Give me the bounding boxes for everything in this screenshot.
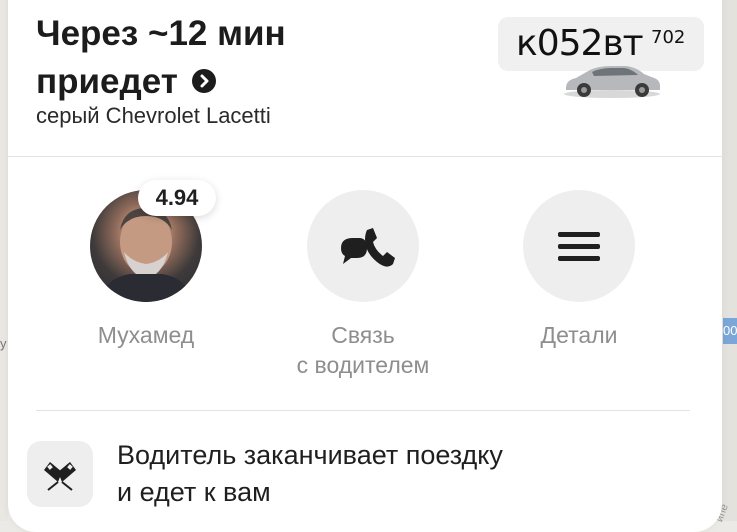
car-model: серый Chevrolet Lacetti — [36, 103, 271, 128]
driver-profile[interactable]: Мухамед — [36, 190, 256, 350]
details-circle[interactable] — [523, 190, 635, 302]
map-edge-label: у — [0, 336, 7, 351]
status-line-1: Водитель заканчивает поездку — [117, 440, 503, 470]
chevron-right-circle-icon[interactable] — [191, 68, 216, 93]
driver-rating-badge: 4.94 — [138, 180, 216, 216]
checkered-flags-icon — [44, 462, 76, 491]
eta-line-2[interactable]: приедет — [36, 58, 456, 106]
details-label: Детали — [540, 322, 618, 348]
eta-title: Через ~12 мин приедет — [36, 10, 456, 106]
eta-line-1: Через ~12 мин — [36, 14, 286, 53]
car-icon — [564, 66, 660, 98]
phone-chat-icon — [341, 228, 395, 267]
status-divider — [36, 410, 690, 411]
ride-status-text: Водитель заканчивает поездку и едет к ва… — [117, 437, 637, 511]
status-line-2: и едет к вам — [117, 477, 271, 507]
contact-label-line-1: Связь — [331, 322, 395, 348]
contact-circle[interactable] — [307, 190, 419, 302]
status-icon-box — [27, 441, 93, 507]
contact-label-line-2: с водителем — [296, 352, 430, 378]
details-button[interactable]: Детали — [469, 190, 689, 350]
map-road-label: 00 — [723, 318, 737, 344]
contact-label: Связь с водителем — [253, 320, 473, 380]
driver-name: Мухамед — [97, 322, 195, 348]
header-divider — [8, 156, 722, 157]
contact-driver-button[interactable]: Связь с водителем — [253, 190, 473, 380]
menu-icon — [558, 232, 600, 261]
plate-region: 702 — [651, 27, 686, 48]
eta-arrival-label: приедет — [36, 62, 178, 101]
